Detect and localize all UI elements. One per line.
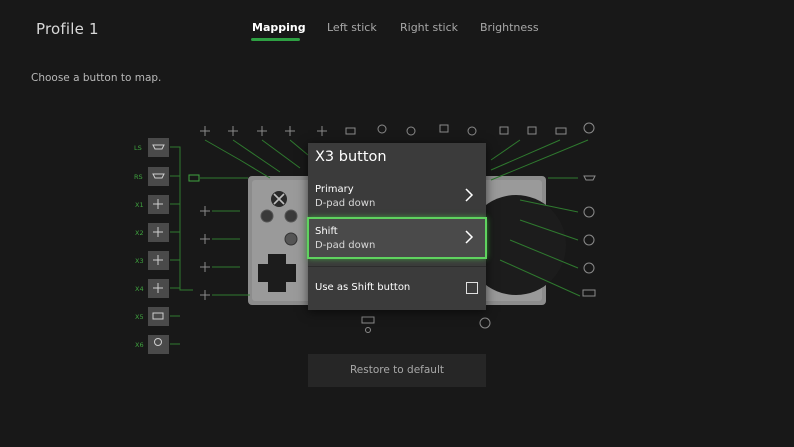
primary-label: Primary (315, 184, 354, 195)
use-as-shift-label: Use as Shift button (315, 282, 411, 293)
use-as-shift-toggle[interactable]: Use as Shift button (308, 277, 486, 301)
button-mapping-dialog: X3 button Primary D-pad down Shift D-pad… (307, 143, 487, 310)
left-mid-icons (188, 174, 210, 300)
port-label: X3 (135, 257, 144, 265)
shift-mapping-option[interactable]: Shift D-pad down (307, 217, 487, 259)
chevron-right-icon (465, 230, 474, 244)
shift-value: D-pad down (315, 240, 376, 251)
port-label: X4 (135, 285, 144, 293)
port-label: X2 (135, 229, 144, 237)
port-label: X5 (135, 313, 144, 321)
top-icon-row (200, 122, 595, 136)
dialog-divider (308, 266, 486, 267)
bottom-icons (361, 316, 491, 333)
right-icon-column (582, 175, 596, 297)
port-label: LS (134, 144, 142, 152)
port-label: X1 (135, 201, 144, 209)
chevron-right-icon (465, 188, 474, 202)
dialog-title: X3 button (315, 149, 387, 165)
left-port-labels: LS RS X1 X2 X3 X4 X5 X6 (134, 144, 144, 349)
primary-value: D-pad down (315, 198, 376, 209)
port-label: RS (134, 173, 143, 181)
primary-mapping-option[interactable]: Primary D-pad down (308, 176, 486, 216)
left-port-column (148, 138, 169, 354)
shift-checkbox[interactable] (466, 282, 478, 294)
shift-label: Shift (315, 226, 338, 237)
restore-default-button[interactable]: Restore to default (308, 354, 486, 387)
port-label: X6 (135, 341, 144, 349)
